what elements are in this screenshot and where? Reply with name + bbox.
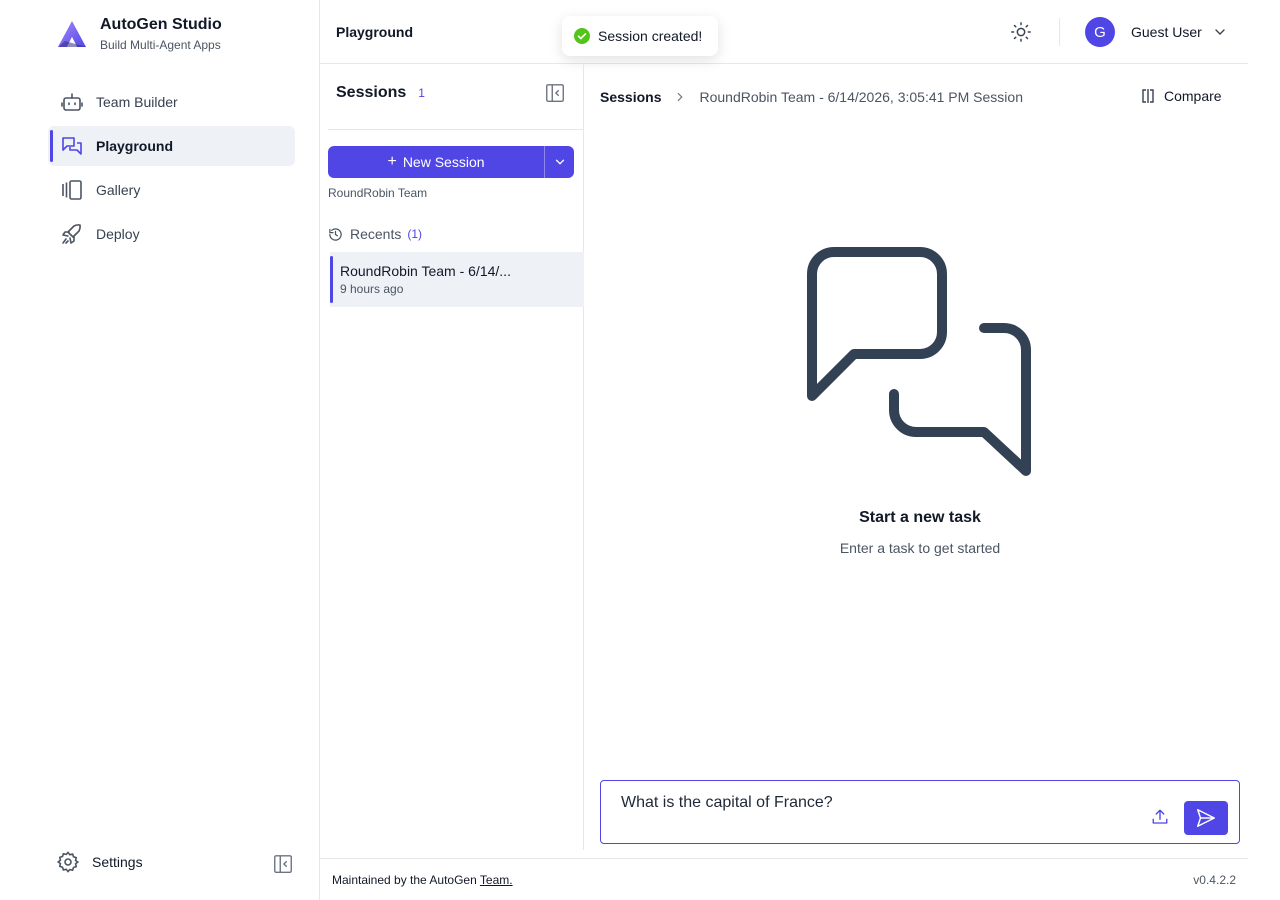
nav-item-team-builder[interactable]: Team Builder (48, 82, 295, 122)
recents-header: Recents (1) (328, 226, 422, 242)
sessions-title: Sessions (336, 84, 407, 101)
autogen-logo-icon (56, 19, 88, 51)
footer-text: Maintained by the AutoGen (332, 873, 477, 887)
chat-icon (60, 134, 84, 158)
session-name: RoundRobin Team - 6/14/... (340, 263, 511, 279)
chevron-down-icon (1212, 24, 1228, 40)
gallery-icon (60, 178, 84, 202)
chat-area: Sessions RoundRobin Team - 6/14/2026, 3:… (584, 64, 1248, 850)
recents-count: (1) (407, 227, 423, 241)
bot-icon (60, 90, 84, 114)
brand-text: AutoGen Studio Build Multi-Agent Apps (100, 16, 222, 53)
divider (328, 129, 584, 130)
session-time: 9 hours ago (340, 282, 404, 296)
nav-item-gallery[interactable]: Gallery (48, 170, 295, 210)
app-subtitle: Build Multi-Agent Apps (100, 38, 221, 52)
empty-state-title: Start a new task (859, 509, 981, 526)
compare-label: Compare (1164, 88, 1222, 104)
compare-button[interactable]: Compare (1140, 88, 1222, 104)
breadcrumb: Sessions RoundRobin Team - 6/14/2026, 3:… (600, 89, 1023, 105)
recents-label: Recents (350, 226, 402, 242)
new-session-label: New Session (402, 154, 485, 170)
chat-bubbles-icon (804, 246, 1036, 478)
main-nav: Team Builder Playground Gallery Deploy (48, 82, 295, 258)
team-select-dropdown[interactable] (544, 146, 574, 178)
check-circle-icon (574, 28, 590, 44)
user-name: Guest User (1131, 24, 1202, 40)
sidebar-collapse-icon[interactable] (272, 853, 294, 875)
nav-label: Gallery (96, 182, 141, 198)
breadcrumb-current: RoundRobin Team - 6/14/2026, 3:05:41 PM … (699, 89, 1023, 105)
toast-notification: Session created! (562, 16, 718, 56)
toast-message: Session created! (598, 28, 703, 44)
rocket-icon (60, 222, 84, 246)
app-title: AutoGen Studio (100, 16, 222, 33)
sessions-header: Sessions 1 (336, 84, 425, 102)
plus-icon: + (387, 153, 397, 170)
brand[interactable]: AutoGen Studio Build Multi-Agent Apps (56, 16, 222, 53)
nav-item-playground[interactable]: Playground (48, 126, 295, 166)
list-item[interactable]: RoundRobin Team - 6/14/... 9 hours ago (330, 252, 584, 307)
panel-collapse-icon[interactable] (544, 82, 566, 104)
settings-label: Settings (92, 854, 143, 870)
header-divider (1059, 18, 1060, 46)
page-title: Playground (336, 24, 414, 40)
empty-state-subtitle: Enter a task to get started (839, 540, 1001, 556)
task-input[interactable] (621, 794, 1121, 812)
footer-credit: Maintained by the AutoGen Team. (332, 873, 513, 887)
user-menu[interactable]: G Guest User (1085, 17, 1228, 47)
split-view-icon (1140, 88, 1156, 104)
new-session-button[interactable]: + New Session (328, 146, 544, 178)
send-icon (1197, 809, 1215, 827)
new-session-button-group: + New Session (328, 146, 574, 178)
avatar: G (1085, 17, 1115, 47)
footer-team-link[interactable]: Team. (480, 873, 513, 887)
footer: Maintained by the AutoGen Team. v0.4.2.2 (320, 858, 1248, 900)
sessions-panel: Sessions 1 + New Session RoundRobin Team… (320, 64, 584, 850)
gear-icon (56, 850, 80, 874)
sessions-count: 1 (418, 86, 425, 100)
top-header: Playground G Guest User (320, 0, 1248, 64)
nav-item-deploy[interactable]: Deploy (48, 214, 295, 254)
send-button[interactable] (1184, 801, 1228, 835)
nav-label: Deploy (96, 226, 140, 242)
chevron-down-icon (555, 159, 564, 165)
chat-input-box (600, 780, 1240, 844)
history-icon (328, 227, 343, 242)
upload-icon[interactable] (1151, 808, 1169, 826)
left-sidebar: AutoGen Studio Build Multi-Agent Apps Te… (0, 0, 320, 900)
settings-link[interactable]: Settings (56, 850, 143, 874)
nav-label: Playground (96, 138, 174, 154)
chevron-right-icon (673, 90, 687, 104)
version-label: v0.4.2.2 (1193, 873, 1236, 887)
nav-label: Team Builder (96, 94, 178, 110)
breadcrumb-sessions[interactable]: Sessions (600, 89, 661, 105)
selected-team-label: RoundRobin Team (328, 186, 428, 200)
sun-icon[interactable] (1010, 21, 1032, 43)
